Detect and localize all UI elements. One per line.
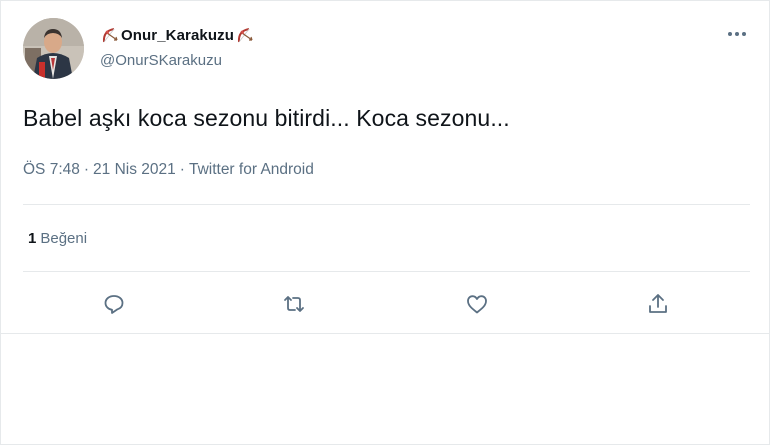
likes-stat[interactable]: 1 Beğeni: [28, 230, 87, 247]
divider: [23, 271, 750, 272]
like-count: 1: [28, 230, 37, 247]
tweet-text: Babel aşkı koca sezonu bitirdi... Koca s…: [23, 105, 510, 131]
tweet-date[interactable]: 21 Nis 2021: [93, 161, 176, 179]
like-button[interactable]: [463, 290, 491, 318]
bow-and-arrow-icon: [100, 25, 120, 45]
tweet-meta: ÖS 7:48 · 21 Nis 2021 · Twitter for Android: [23, 161, 314, 179]
avatar-photo: [23, 18, 84, 79]
share-button[interactable]: [644, 290, 672, 318]
tweet-card: Onur_Karakuzu @OnurSKarakuzu Babel aşkı …: [0, 0, 770, 445]
more-horizontal-icon[interactable]: [725, 25, 749, 43]
meta-separator: ·: [179, 161, 185, 178]
retweet-button[interactable]: [280, 290, 308, 318]
like-icon: [467, 295, 487, 314]
retweet-icon: [284, 296, 304, 312]
divider: [23, 204, 750, 205]
tweet-source[interactable]: Twitter for Android: [189, 161, 314, 179]
meta-separator: ·: [83, 161, 90, 178]
reply-button[interactable]: [100, 290, 128, 318]
tweet-time[interactable]: ÖS 7:48: [23, 161, 80, 179]
author-handle[interactable]: @OnurSKarakuzu: [100, 52, 222, 69]
author-display-name[interactable]: Onur_Karakuzu: [121, 27, 234, 44]
author-name-row[interactable]: Onur_Karakuzu: [100, 24, 255, 46]
bow-and-arrow-icon: [235, 25, 255, 45]
avatar[interactable]: [23, 18, 84, 79]
reply-icon: [104, 295, 124, 314]
tweet: Onur_Karakuzu @OnurSKarakuzu Babel aşkı …: [1, 1, 769, 334]
share-icon: [649, 294, 667, 313]
like-label: Beğeni: [40, 230, 88, 247]
